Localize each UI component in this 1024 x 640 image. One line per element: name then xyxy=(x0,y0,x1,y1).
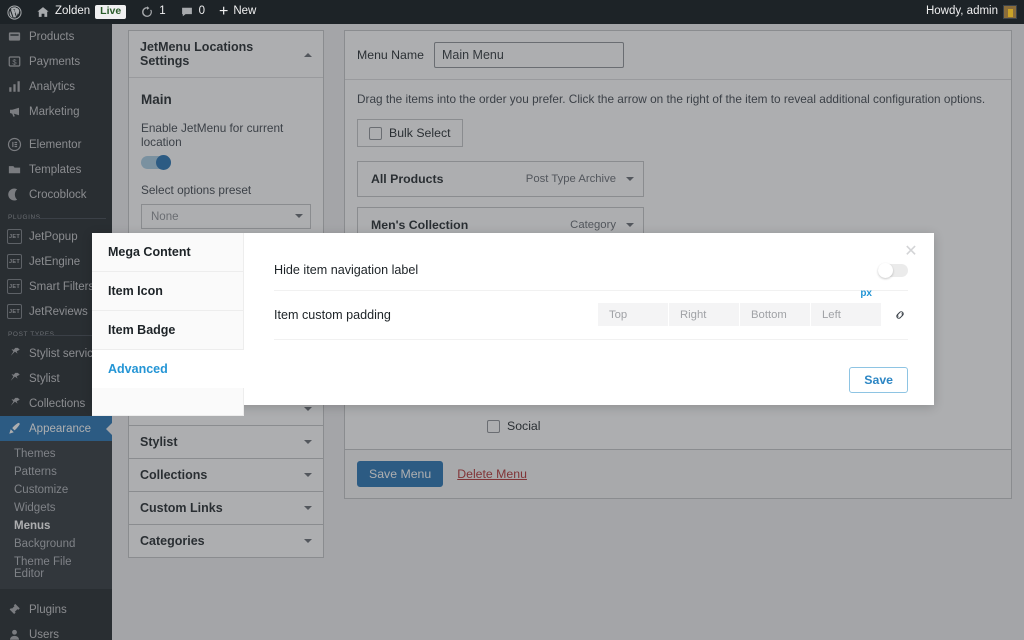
home-icon xyxy=(37,7,49,17)
link-chain-icon[interactable] xyxy=(891,303,908,326)
item-custom-padding-field: Item custom padding px Top Right Bottom … xyxy=(274,288,908,340)
updates-button[interactable]: 1 xyxy=(133,0,172,24)
wordpress-logo-icon xyxy=(7,4,22,20)
padding-left-input[interactable]: Left xyxy=(811,303,881,326)
screen: Zolden Live 1 0 + New Howdy, admin Produ… xyxy=(0,0,1024,640)
comment-bubble-icon xyxy=(181,7,192,17)
item-custom-padding-text: Item custom padding xyxy=(274,307,391,322)
comments-button[interactable]: 0 xyxy=(173,0,212,24)
avatar xyxy=(1003,5,1017,19)
site-name-button[interactable]: Zolden Live xyxy=(29,0,133,24)
tab-mega-content[interactable]: Mega Content xyxy=(92,233,244,272)
site-name-label: Zolden xyxy=(55,5,91,18)
howdy-label: Howdy, admin xyxy=(925,5,998,18)
padding-inputs-group: px Top Right Bottom Left xyxy=(598,288,908,326)
new-content-button[interactable]: + New xyxy=(212,0,263,24)
plus-icon: + xyxy=(219,3,229,20)
tab-list-filler xyxy=(92,388,244,416)
hide-nav-label-toggle[interactable] xyxy=(878,262,908,278)
padding-right-input[interactable]: Right xyxy=(669,303,739,326)
padding-bottom-input[interactable]: Bottom xyxy=(740,303,810,326)
new-label: New xyxy=(233,5,257,18)
modal-tab-list: Mega Content Item Icon Item Badge Advanc… xyxy=(92,233,244,416)
live-badge: Live xyxy=(95,4,127,20)
modal-footer: Save xyxy=(849,367,908,393)
save-button[interactable]: Save xyxy=(849,367,908,393)
modal-content-advanced: ✕ Hide item navigation label Item custom… xyxy=(244,233,934,405)
updates-count: 1 xyxy=(159,5,166,18)
wordpress-logo-button[interactable] xyxy=(0,0,29,24)
close-icon[interactable]: ✕ xyxy=(902,243,920,261)
tab-advanced[interactable]: Advanced xyxy=(92,350,244,388)
padding-top-input[interactable]: Top xyxy=(598,303,668,326)
tab-item-icon[interactable]: Item Icon xyxy=(92,272,244,311)
mega-menu-settings-modal: Mega Content Item Icon Item Badge Advanc… xyxy=(92,233,934,416)
admin-bar: Zolden Live 1 0 + New Howdy, admin xyxy=(0,0,1024,24)
account-menu[interactable]: Howdy, admin xyxy=(919,0,1024,24)
hide-nav-label-text: Hide item navigation label xyxy=(274,263,419,277)
tab-item-badge[interactable]: Item Badge xyxy=(92,311,244,350)
updates-icon xyxy=(142,6,153,17)
hide-nav-label-field: Hide item navigation label xyxy=(274,251,908,291)
padding-unit-label[interactable]: px xyxy=(860,288,872,299)
comments-count: 0 xyxy=(198,5,205,18)
